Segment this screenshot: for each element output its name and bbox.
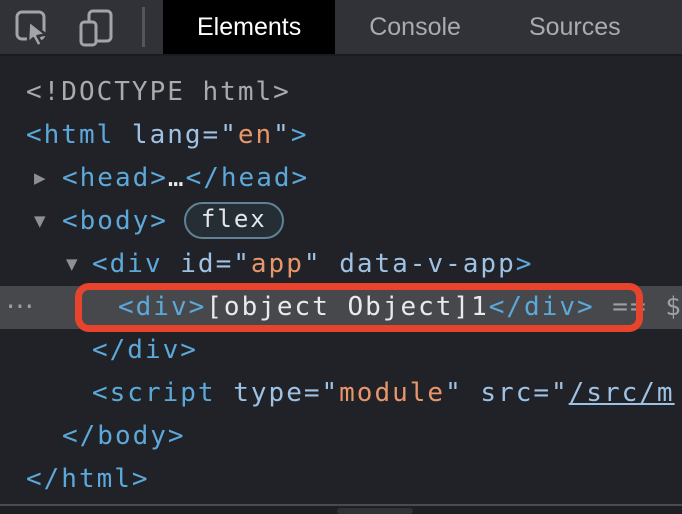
code-token-tag: <div	[92, 249, 181, 279]
code-token-attr: id="	[180, 249, 251, 279]
code-token-tag: >	[290, 120, 309, 150]
code-token-tag: </html>	[26, 464, 150, 494]
dom-tree-row[interactable]: <html lang="en">	[0, 114, 682, 157]
code-token-tag: </div>	[488, 292, 595, 322]
code-token-text: …	[167, 163, 186, 193]
code-token-tag: <body>	[62, 206, 168, 236]
tab-elements[interactable]: Elements	[163, 0, 336, 54]
dom-tree-row-selected[interactable]: ⋯ <div>[object Object]1</div> == $0	[0, 283, 682, 332]
code-token-attr: type="	[233, 378, 340, 408]
code-token-tag: <div>	[118, 292, 207, 322]
dom-tree-row[interactable]: ▶ <head>…</head>	[0, 157, 682, 200]
code-token-attr: " src="	[445, 378, 569, 408]
inspect-cursor-icon	[12, 7, 52, 47]
device-toolbar-icon	[76, 7, 116, 47]
disclosure-triangle-icon[interactable]: ▼	[66, 243, 78, 286]
dom-tree-row[interactable]: ▼ <body> flex	[0, 200, 682, 243]
dom-tree-row[interactable]: </body>	[0, 415, 682, 458]
code-token-tag: <head>	[62, 163, 168, 193]
devtools-toolbar: Elements Console Sources	[0, 0, 682, 56]
horizontal-scrollbar[interactable]	[0, 504, 682, 514]
dom-tree-panel: <!DOCTYPE html> <html lang="en"> ▶ <head>…<…	[0, 58, 682, 504]
code-token-attr: lang="	[131, 120, 238, 150]
tab-console[interactable]: Console	[335, 0, 495, 54]
code-token-tag: </div>	[92, 335, 198, 365]
code-token-marker: == $0	[612, 292, 682, 322]
code-token-text: [object Object]1	[206, 292, 489, 322]
disclosure-triangle-icon[interactable]: ▶	[34, 157, 46, 200]
code-token-doctype: <!DOCTYPE html>	[26, 77, 291, 107]
code-token-tag: <html	[26, 120, 132, 150]
tab-sources[interactable]: Sources	[495, 0, 655, 54]
disclosure-triangle-icon[interactable]: ▼	[34, 200, 46, 243]
dom-tree-row[interactable]: </html>	[0, 458, 682, 501]
code-token-tag: <script	[92, 378, 234, 408]
code-token-attr: "	[303, 249, 322, 279]
code-token-tag: </body>	[62, 421, 186, 451]
dom-tree-row[interactable]: <!DOCTYPE html>	[0, 71, 682, 114]
toggle-device-toolbar-button[interactable]	[76, 7, 116, 47]
flex-badge[interactable]: flex	[183, 202, 284, 239]
code-token-tag: </head>	[185, 163, 310, 193]
code-token-value: en	[237, 120, 274, 150]
dom-tree-row[interactable]: <script type="module" src="/src/m	[0, 372, 682, 415]
code-token-link[interactable]: /src/m	[569, 378, 675, 408]
overflow-menu-icon[interactable]: ⋯	[6, 286, 34, 326]
code-token-tag	[322, 249, 340, 279]
code-token-attr: "	[273, 120, 291, 150]
horizontal-scrollbar-thumb[interactable]	[337, 508, 413, 514]
code-token-attr: data-v-app	[339, 249, 516, 279]
code-token-value: module	[339, 378, 446, 408]
inspect-element-button[interactable]	[12, 7, 52, 47]
dom-tree-row[interactable]: </div>	[0, 329, 682, 372]
toolbar-divider	[142, 7, 145, 47]
code-token-value: app	[250, 249, 304, 279]
code-token-tag: >	[515, 249, 534, 279]
dom-tree-row[interactable]: ▼ <div id="app" data-v-app>	[0, 243, 682, 286]
